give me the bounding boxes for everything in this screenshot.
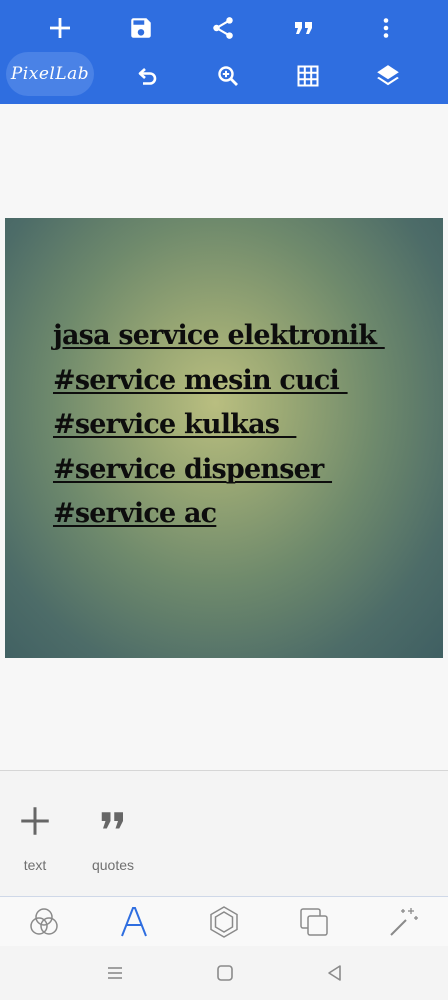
canvas-text-line: #service kulkas xyxy=(53,409,297,440)
text-tool-icon xyxy=(121,907,147,937)
quote-icon xyxy=(101,812,123,829)
more-options-button[interactable] xyxy=(362,4,410,52)
add-button[interactable] xyxy=(36,4,84,52)
back-icon xyxy=(328,965,341,981)
add-icon xyxy=(50,18,70,38)
tab-color-blend[interactable] xyxy=(14,897,74,947)
grid-icon xyxy=(297,65,319,87)
system-navigation-bar xyxy=(0,946,448,1000)
recents-icon xyxy=(108,967,122,979)
share-icon xyxy=(213,17,233,39)
zoom-in-button[interactable] xyxy=(204,52,252,100)
workspace: jasa service elektronik #service mesin c… xyxy=(0,104,448,770)
color-blend-icon xyxy=(30,908,58,935)
tab-text[interactable] xyxy=(104,897,164,947)
canvas-text-line: #service dispenser xyxy=(53,453,333,485)
design-canvas[interactable]: jasa service elektronik #service mesin c… xyxy=(5,218,443,658)
undo-button[interactable] xyxy=(124,52,172,100)
tab-layers[interactable] xyxy=(284,897,344,947)
shape-icon xyxy=(210,906,238,938)
back-button[interactable] xyxy=(311,954,359,992)
category-tabs xyxy=(0,896,448,946)
tab-effects[interactable] xyxy=(374,897,434,947)
home-button[interactable] xyxy=(201,954,249,992)
canvas-text-line: jasa service elektronik xyxy=(53,320,385,351)
add-text-label: text xyxy=(23,857,47,873)
share-button[interactable] xyxy=(199,4,247,52)
add-text-button[interactable]: text xyxy=(0,771,70,897)
save-button[interactable] xyxy=(117,4,165,52)
layers-icon xyxy=(377,65,399,86)
quote-icon xyxy=(295,22,312,34)
canvas-text-line: #service mesin cuci xyxy=(53,364,348,396)
recents-button[interactable] xyxy=(91,954,139,992)
pixellab-logo[interactable]: PixelLab xyxy=(6,52,94,96)
zoom-in-icon xyxy=(218,66,238,86)
plus-icon xyxy=(21,807,49,835)
quotes-label: quotes xyxy=(91,857,135,873)
canvas-text-line: #service ac xyxy=(53,498,217,529)
logo-text: PixelLab xyxy=(10,64,90,84)
tab-shapes[interactable] xyxy=(194,897,254,947)
magic-wand-icon xyxy=(390,908,418,936)
pixellab-app: PixelLab jasa service elektronik #servic… xyxy=(0,0,448,1000)
quotes-button[interactable]: quotes xyxy=(78,771,148,897)
more-vert-icon xyxy=(383,18,389,38)
quote-button[interactable] xyxy=(280,4,328,52)
canvas-text-block[interactable]: jasa service elektronik #service mesin c… xyxy=(53,314,438,537)
layer-copy-icon xyxy=(300,908,328,936)
toolbar-row-1 xyxy=(0,2,448,54)
undo-icon xyxy=(138,68,157,85)
top-toolbar: PixelLab xyxy=(0,0,448,104)
layers-button[interactable] xyxy=(364,52,412,100)
grid-button[interactable] xyxy=(284,52,332,100)
home-icon xyxy=(217,965,233,981)
text-tools-panel: text quotes xyxy=(0,770,448,896)
save-icon xyxy=(131,18,151,38)
